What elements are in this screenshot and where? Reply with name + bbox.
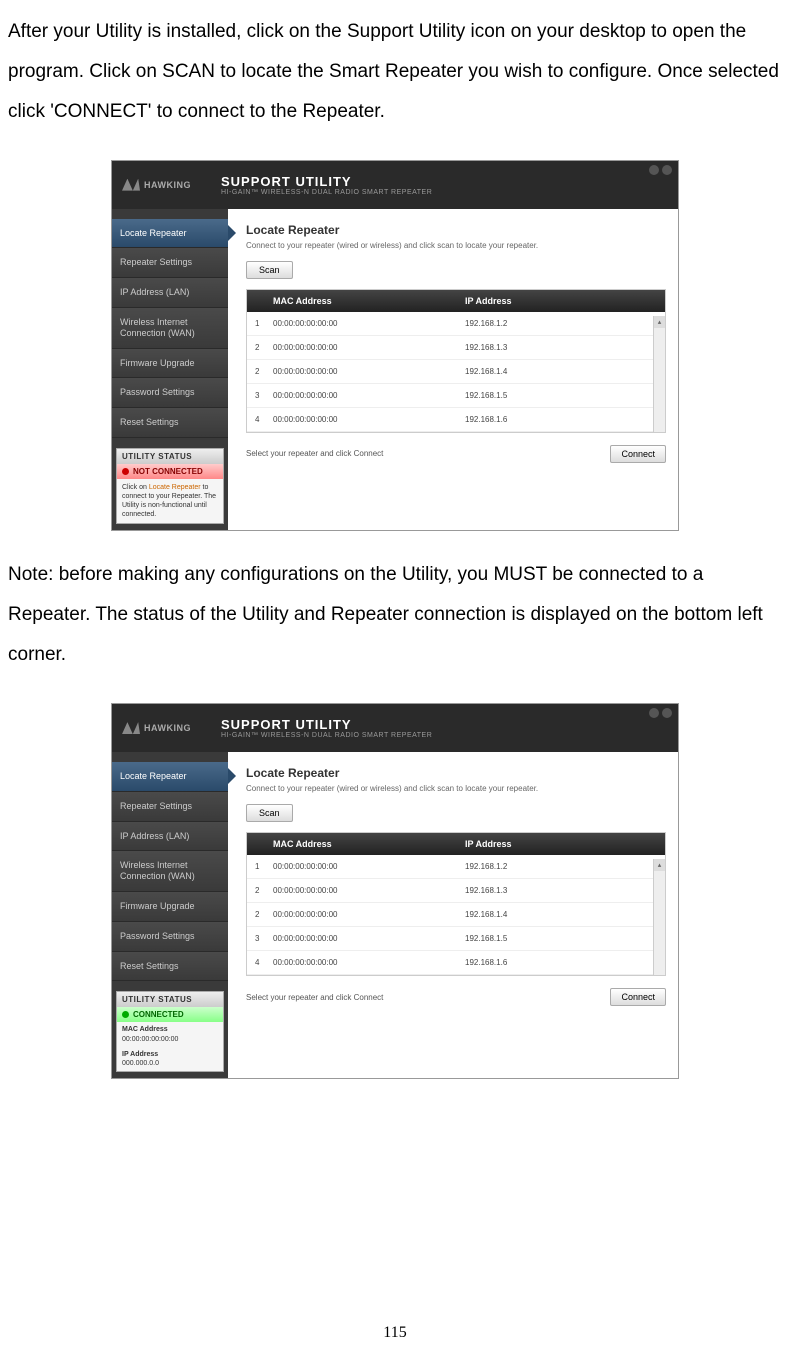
sidebar-item-ip-address-lan[interactable]: IP Address (LAN) <box>112 278 228 308</box>
close-icon[interactable] <box>662 708 672 718</box>
screenshot-connected: HAWKING SUPPORT UTILITY HI-GAIN™ WIRELES… <box>111 703 679 1079</box>
status-mac: MAC Address 00:00:00:00:00:00 <box>117 1022 223 1046</box>
sidebar-item-locate-repeater[interactable]: Locate Repeater <box>112 762 228 792</box>
connect-button[interactable]: Connect <box>610 445 666 463</box>
scan-button[interactable]: Scan <box>246 261 293 279</box>
table-row[interactable]: 4 00:00:00:00:00:00 192.168.1.6 <box>247 951 665 975</box>
scrollbar[interactable]: ▴ <box>653 859 665 975</box>
connect-button[interactable]: Connect <box>610 988 666 1006</box>
sidebar: Locate Repeater Repeater Settings IP Add… <box>112 209 228 531</box>
brand-logo: HAWKING <box>122 179 191 191</box>
status-label: CONNECTED <box>133 1010 184 1019</box>
sidebar-item-locate-repeater[interactable]: Locate Repeater <box>112 219 228 249</box>
utility-status-box: UTILITY STATUS CONNECTED MAC Address 00:… <box>116 991 224 1071</box>
utility-status-box: UTILITY STATUS NOT CONNECTED Click on Lo… <box>116 448 224 524</box>
paragraph-2: Note: before making any configurations o… <box>8 555 782 675</box>
window-controls <box>649 165 672 175</box>
status-header: UTILITY STATUS <box>117 992 223 1007</box>
minimize-icon[interactable] <box>649 708 659 718</box>
sidebar-item-reset-settings[interactable]: Reset Settings <box>112 952 228 982</box>
status-badge-connected: CONNECTED <box>117 1007 223 1022</box>
sidebar-item-wireless-wan[interactable]: Wireless Internet Connection (WAN) <box>112 851 228 892</box>
sidebar-item-reset-settings[interactable]: Reset Settings <box>112 408 228 438</box>
main-panel: Locate Repeater Connect to your repeater… <box>228 752 678 1078</box>
page-number: 115 <box>383 1324 406 1342</box>
sidebar-item-password-settings[interactable]: Password Settings <box>112 922 228 952</box>
scan-button[interactable]: Scan <box>246 804 293 822</box>
app-header: HAWKING SUPPORT UTILITY HI-GAIN™ WIRELES… <box>112 704 678 752</box>
minimize-icon[interactable] <box>649 165 659 175</box>
hawking-logo-icon <box>122 179 140 191</box>
scroll-up-icon[interactable]: ▴ <box>654 316 665 328</box>
sidebar-item-repeater-settings[interactable]: Repeater Settings <box>112 792 228 822</box>
app-title: SUPPORT UTILITY <box>221 717 432 732</box>
sidebar-item-password-settings[interactable]: Password Settings <box>112 378 228 408</box>
hawking-logo-icon <box>122 722 140 734</box>
window-controls <box>649 708 672 718</box>
repeater-table: MAC Address IP Address 1 00:00:00:00:00:… <box>246 289 666 433</box>
footer-hint: Select your repeater and click Connect <box>246 993 383 1002</box>
sidebar-item-ip-address-lan[interactable]: IP Address (LAN) <box>112 822 228 852</box>
sidebar: Locate Repeater Repeater Settings IP Add… <box>112 752 228 1078</box>
table-row[interactable]: 3 00:00:00:00:00:00 192.168.1.5 <box>247 927 665 951</box>
table-row[interactable]: 1 00:00:00:00:00:00 192.168.1.2 <box>247 312 665 336</box>
brand-name: HAWKING <box>144 180 191 190</box>
table-row[interactable]: 2 00:00:00:00:00:00 192.168.1.3 <box>247 336 665 360</box>
status-dot-icon <box>122 468 129 475</box>
sidebar-item-repeater-settings[interactable]: Repeater Settings <box>112 248 228 278</box>
sidebar-item-firmware-upgrade[interactable]: Firmware Upgrade <box>112 349 228 379</box>
status-header: UTILITY STATUS <box>117 449 223 464</box>
table-row[interactable]: 1 00:00:00:00:00:00 192.168.1.2 <box>247 855 665 879</box>
close-icon[interactable] <box>662 165 672 175</box>
column-header-ip: IP Address <box>465 839 657 849</box>
paragraph-1: After your Utility is installed, click o… <box>8 12 782 132</box>
status-description: Click on Locate Repeater to connect to y… <box>117 479 223 523</box>
main-description: Connect to your repeater (wired or wirel… <box>246 241 666 250</box>
main-panel: Locate Repeater Connect to your repeater… <box>228 209 678 531</box>
footer-hint: Select your repeater and click Connect <box>246 449 383 458</box>
sidebar-item-firmware-upgrade[interactable]: Firmware Upgrade <box>112 892 228 922</box>
table-row[interactable]: 3 00:00:00:00:00:00 192.168.1.5 <box>247 384 665 408</box>
status-badge-not-connected: NOT CONNECTED <box>117 464 223 479</box>
scrollbar[interactable]: ▴ <box>653 316 665 432</box>
status-ip: IP Address 000.000.0.0 <box>117 1047 223 1071</box>
status-label: NOT CONNECTED <box>133 467 203 476</box>
column-header-mac: MAC Address <box>255 839 465 849</box>
repeater-table: MAC Address IP Address 1 00:00:00:00:00:… <box>246 832 666 976</box>
main-title: Locate Repeater <box>246 223 666 237</box>
sidebar-item-wireless-wan[interactable]: Wireless Internet Connection (WAN) <box>112 308 228 349</box>
status-dot-icon <box>122 1011 129 1018</box>
table-row[interactable]: 2 00:00:00:00:00:00 192.168.1.3 <box>247 879 665 903</box>
app-header: HAWKING SUPPORT UTILITY HI-GAIN™ WIRELES… <box>112 161 678 209</box>
main-title: Locate Repeater <box>246 766 666 780</box>
table-row[interactable]: 4 00:00:00:00:00:00 192.168.1.6 <box>247 408 665 432</box>
app-title: SUPPORT UTILITY <box>221 174 432 189</box>
main-description: Connect to your repeater (wired or wirel… <box>246 784 666 793</box>
table-row[interactable]: 2 00:00:00:00:00:00 192.168.1.4 <box>247 360 665 384</box>
scroll-up-icon[interactable]: ▴ <box>654 859 665 871</box>
app-subtitle: HI-GAIN™ WIRELESS-N DUAL RADIO SMART REP… <box>221 189 432 196</box>
app-subtitle: HI-GAIN™ WIRELESS-N DUAL RADIO SMART REP… <box>221 732 432 739</box>
screenshot-not-connected: HAWKING SUPPORT UTILITY HI-GAIN™ WIRELES… <box>111 160 679 532</box>
column-header-mac: MAC Address <box>255 296 465 306</box>
column-header-ip: IP Address <box>465 296 657 306</box>
brand-name: HAWKING <box>144 723 191 733</box>
table-row[interactable]: 2 00:00:00:00:00:00 192.168.1.4 <box>247 903 665 927</box>
brand-logo: HAWKING <box>122 722 191 734</box>
